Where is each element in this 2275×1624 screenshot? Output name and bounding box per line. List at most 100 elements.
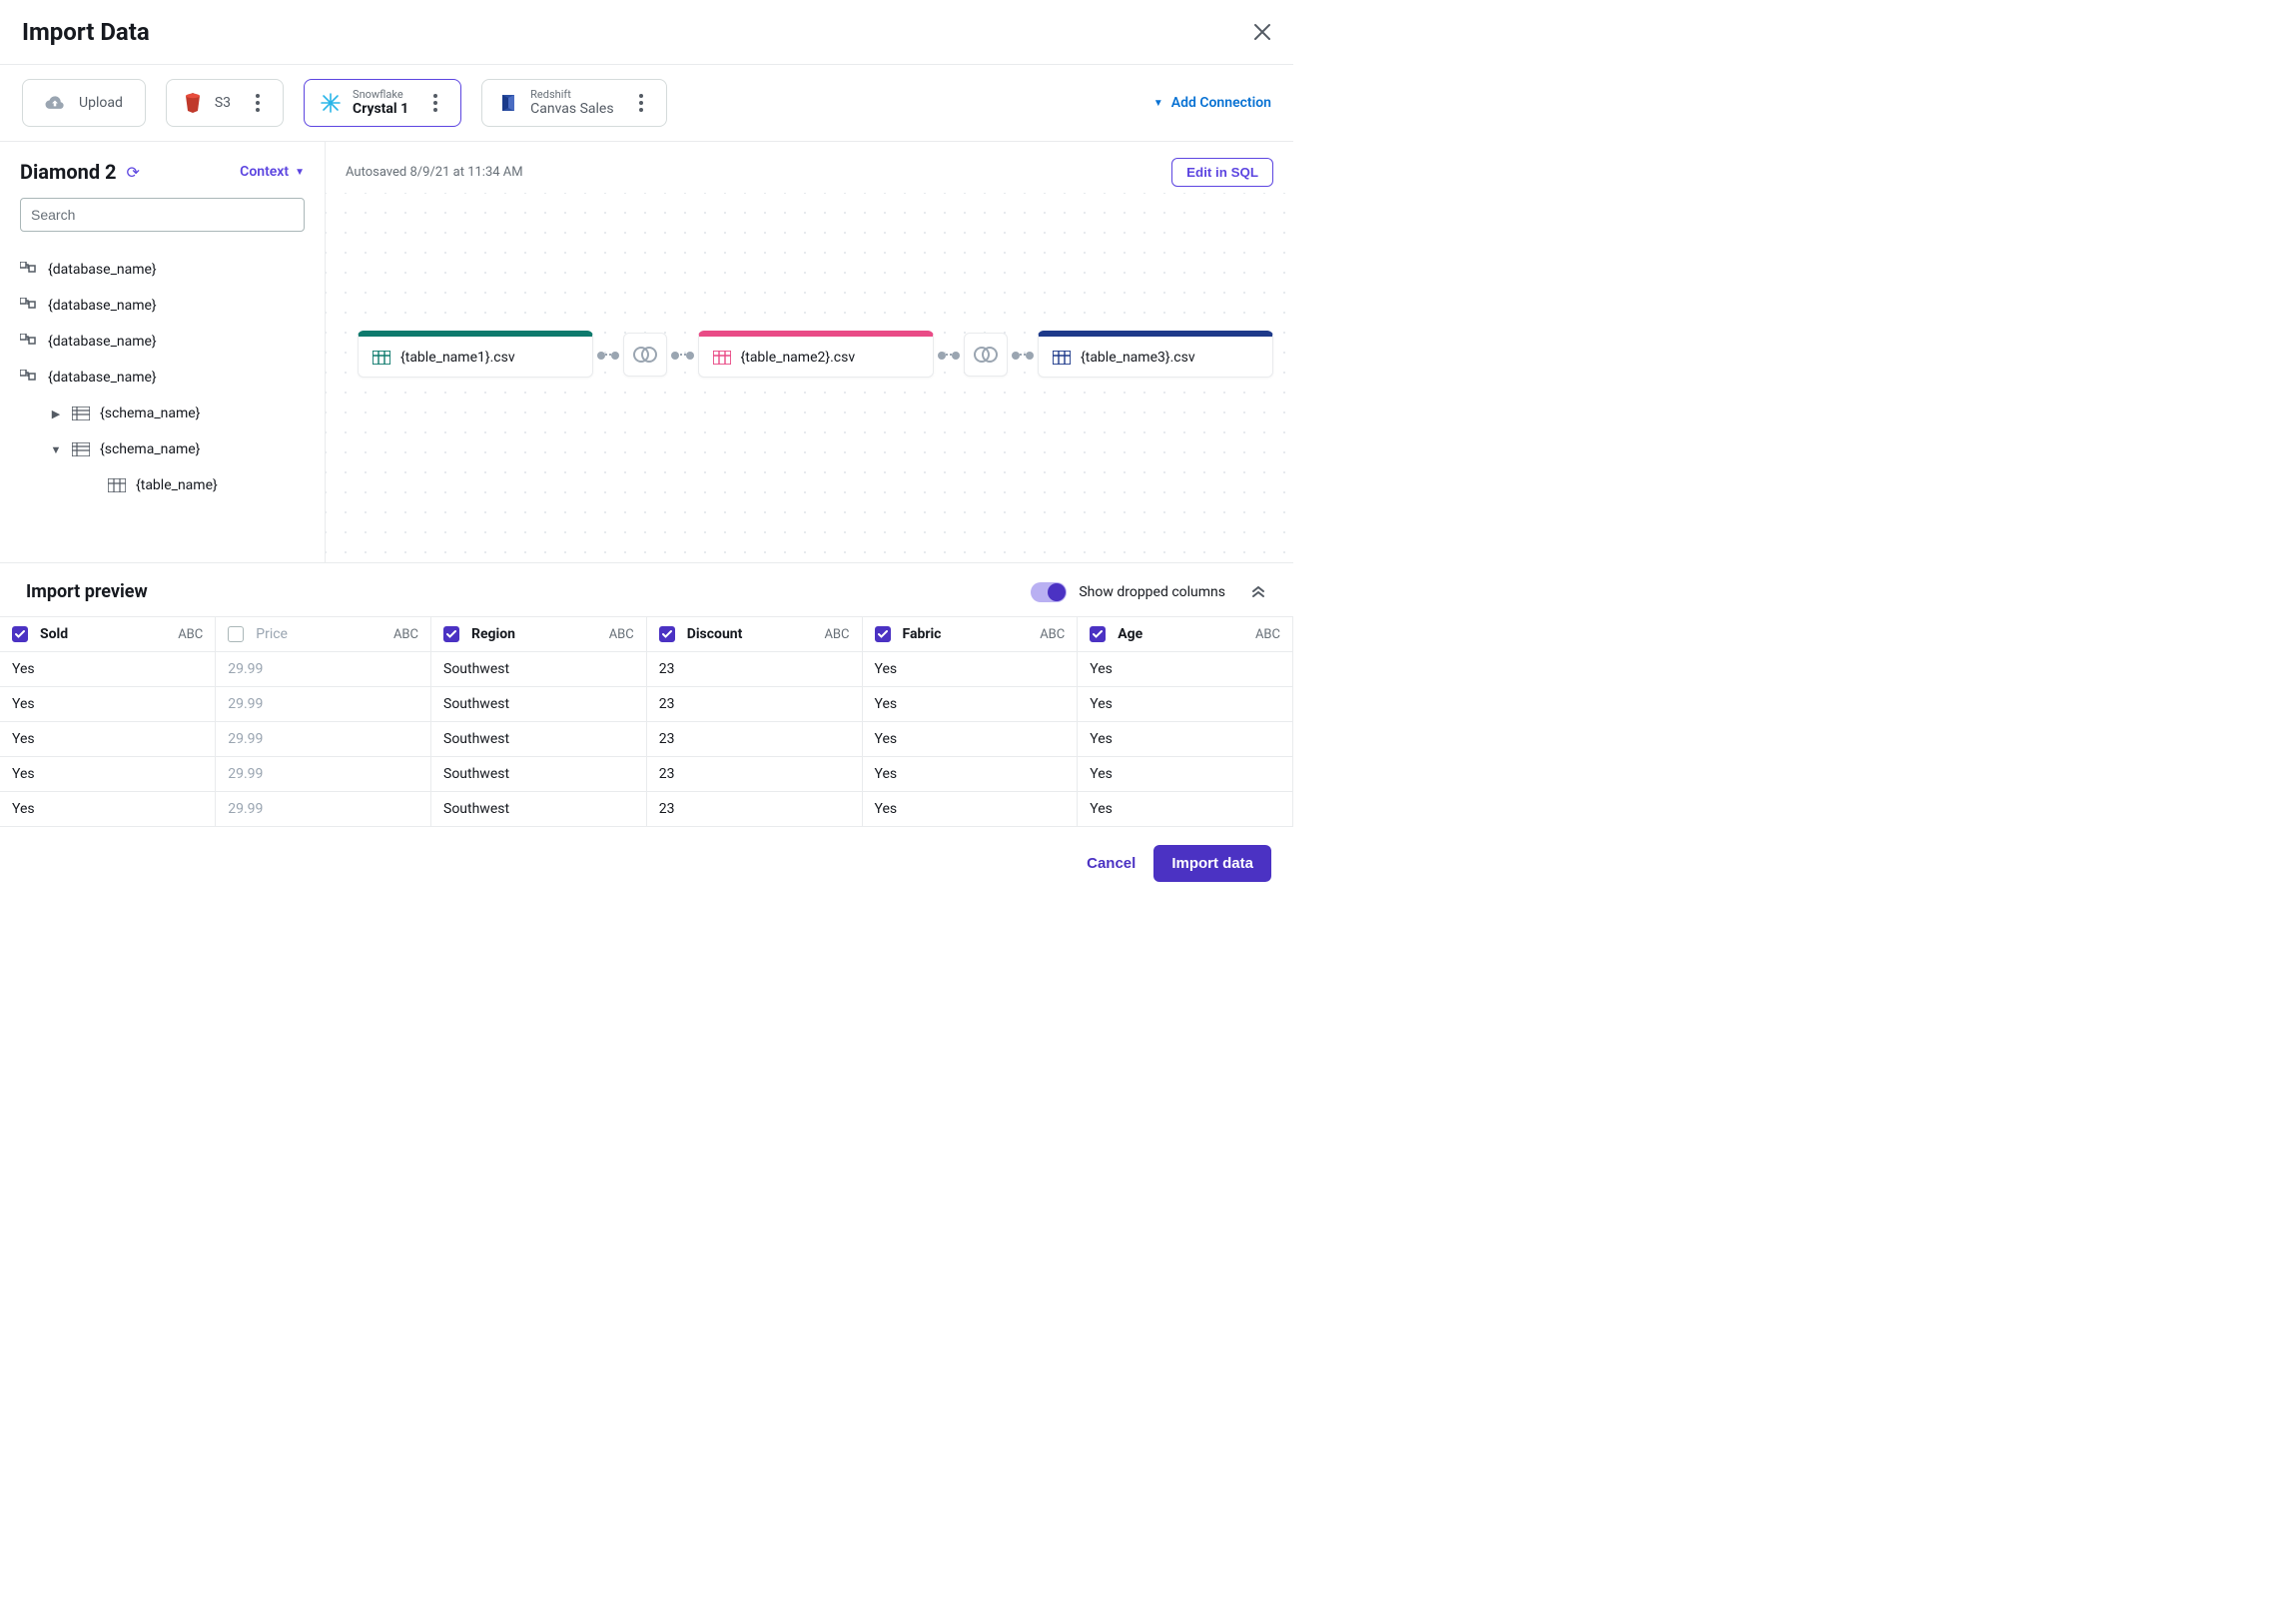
tree-schema-item[interactable]: ▶ {schema_name}: [20, 396, 305, 431]
close-icon: [1253, 23, 1271, 41]
node-2-label: {table_name2}.csv: [741, 350, 856, 366]
snowflake-icon: [321, 93, 341, 113]
table-cell: Southwest: [431, 652, 647, 687]
column-checkbox[interactable]: [443, 626, 459, 642]
upload-card[interactable]: Upload: [22, 79, 146, 127]
page-header: Import Data: [0, 0, 1293, 64]
add-connection-button[interactable]: ▼ Add Connection: [1153, 95, 1271, 111]
caret-down-icon: ▼: [50, 443, 62, 456]
collapse-icon[interactable]: [1249, 583, 1267, 601]
caret-right-icon: ▶: [50, 407, 62, 420]
column-name: Sold: [40, 626, 68, 642]
canvas[interactable]: {table_name1}.csv {table_name2}.csv: [326, 193, 1293, 562]
s3-label: S3: [215, 95, 231, 111]
column-type: ABC: [1255, 627, 1280, 642]
tree-schema-item[interactable]: ▼ {schema_name}: [20, 431, 305, 467]
column-header[interactable]: Price ABC: [216, 617, 431, 652]
kebab-icon[interactable]: [426, 94, 444, 112]
upload-icon: [45, 93, 65, 113]
tree-db-item[interactable]: {database_name}: [20, 252, 305, 288]
tree-db-item[interactable]: {database_name}: [20, 324, 305, 360]
s3-icon: [183, 93, 203, 113]
show-dropped-label: Show dropped columns: [1079, 584, 1225, 600]
join-node[interactable]: [964, 333, 1008, 377]
show-dropped-toggle[interactable]: [1031, 582, 1067, 602]
column-header[interactable]: SoldABC: [0, 617, 216, 652]
table-cell: Yes: [1078, 792, 1293, 827]
table-cell: 23: [646, 687, 862, 722]
redshift-sub: Redshift: [530, 89, 613, 102]
column-name: Discount: [687, 626, 743, 642]
close-button[interactable]: [1253, 23, 1271, 41]
redshift-icon: [498, 93, 518, 113]
context-dropdown[interactable]: Context ▼: [240, 164, 305, 180]
column-checkbox[interactable]: [12, 626, 28, 642]
edge: [942, 354, 956, 356]
tree-table-item[interactable]: {table_name}: [20, 467, 305, 503]
page-title: Import Data: [22, 18, 150, 46]
redshift-main: Canvas Sales: [530, 101, 613, 117]
node-1[interactable]: {table_name1}.csv: [358, 331, 593, 378]
column-header[interactable]: FabricABC: [862, 617, 1078, 652]
caret-down-icon: ▼: [1153, 98, 1163, 109]
column-header[interactable]: Age ABC: [1078, 617, 1293, 652]
schema-icon: [72, 406, 90, 420]
table-row: Yes29.99Southwest23YesYes: [0, 722, 1293, 757]
snowflake-main: Crystal 1: [353, 101, 408, 117]
database-icon: [20, 370, 38, 386]
import-button[interactable]: Import data: [1153, 845, 1271, 882]
column-checkbox[interactable]: [1090, 626, 1106, 642]
tree-schema-label: {schema_name}: [100, 441, 200, 457]
column-name: Fabric: [903, 626, 942, 642]
tree: {database_name} {database_name} {databas…: [20, 252, 305, 503]
footer: Cancel Import data: [0, 827, 1293, 900]
refresh-icon[interactable]: ⟳: [127, 163, 140, 182]
tree-db-item[interactable]: {database_name}: [20, 360, 305, 396]
table-row: Yes29.99Southwest23YesYes: [0, 687, 1293, 722]
column-header[interactable]: RegionABC: [431, 617, 647, 652]
node-1-label: {table_name1}.csv: [400, 350, 515, 366]
column-checkbox[interactable]: [659, 626, 675, 642]
cancel-button[interactable]: Cancel: [1087, 855, 1136, 872]
preview-title: Import preview: [26, 581, 148, 602]
redshift-card[interactable]: Redshift Canvas Sales: [481, 79, 666, 127]
column-header[interactable]: DiscountABC: [646, 617, 862, 652]
kebab-icon[interactable]: [632, 94, 650, 112]
edge: [1016, 354, 1030, 356]
node-3[interactable]: {table_name3}.csv: [1038, 331, 1273, 378]
table-cell: Southwest: [431, 757, 647, 792]
table-cell: 23: [646, 652, 862, 687]
table-cell: 29.99: [216, 687, 431, 722]
edit-sql-button[interactable]: Edit in SQL: [1171, 158, 1273, 187]
node-2[interactable]: {table_name2}.csv: [698, 331, 934, 378]
column-name: Age: [1118, 626, 1142, 642]
column-checkbox[interactable]: [875, 626, 891, 642]
join-icon: [632, 345, 658, 365]
context-label: Context: [240, 164, 289, 180]
column-name: Price: [256, 626, 288, 642]
table-cell: 23: [646, 722, 862, 757]
table-cell: Yes: [1078, 722, 1293, 757]
column-checkbox[interactable]: [228, 626, 244, 642]
snowflake-card[interactable]: Snowflake Crystal 1: [304, 79, 461, 127]
table-icon: [373, 349, 390, 367]
tree-db-label: {database_name}: [48, 334, 157, 350]
table-cell: Yes: [0, 687, 216, 722]
search-input[interactable]: [20, 198, 305, 232]
dataset-name: Diamond 2: [20, 160, 117, 184]
edge: [675, 354, 689, 356]
table-cell: Yes: [1078, 757, 1293, 792]
tree-db-item[interactable]: {database_name}: [20, 288, 305, 324]
kebab-icon[interactable]: [249, 94, 267, 112]
tree-db-label: {database_name}: [48, 298, 157, 314]
table-cell: 29.99: [216, 652, 431, 687]
table-row: Yes29.99Southwest23YesYes: [0, 652, 1293, 687]
preview-table: SoldABCPriceABCRegionABCDiscountABCFabri…: [0, 616, 1293, 827]
preview-section: Import preview Show dropped columns Sold…: [0, 563, 1293, 827]
table-cell: 29.99: [216, 757, 431, 792]
column-type: ABC: [393, 627, 418, 642]
table-cell: Yes: [0, 722, 216, 757]
join-node[interactable]: [623, 333, 667, 377]
table-cell: Yes: [862, 687, 1078, 722]
s3-card[interactable]: S3: [166, 79, 284, 127]
